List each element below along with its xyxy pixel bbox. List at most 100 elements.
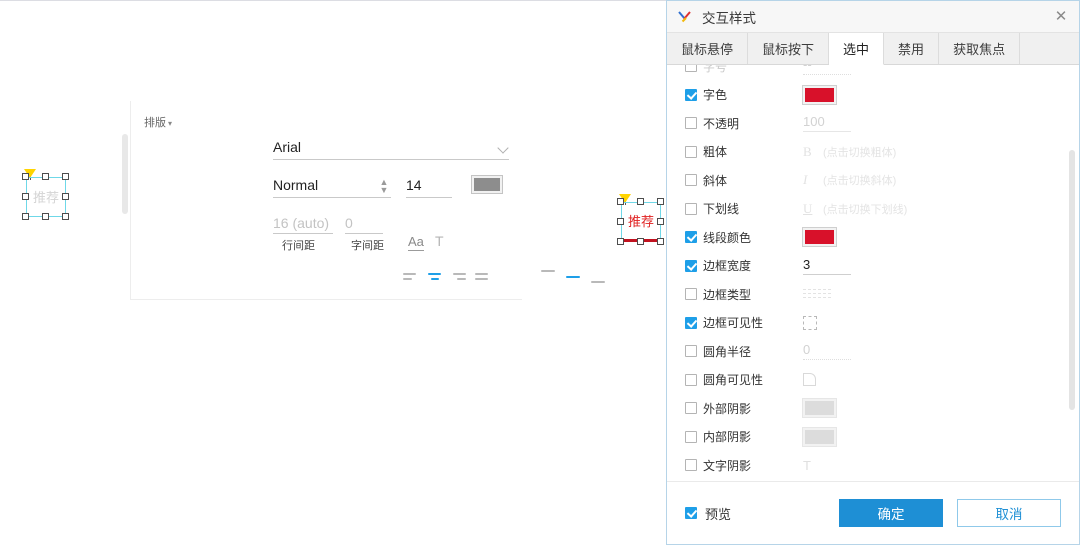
checkbox-corner-visibility[interactable] [685,373,697,386]
text-shadow-icon[interactable]: T [803,458,811,473]
value-corner-radius[interactable]: 0 [803,342,851,361]
property-row-border-style[interactable]: 边框类型 [667,280,1079,309]
tab-focused[interactable]: 获取焦点 [939,33,1021,64]
property-row-line-color[interactable]: 线段颜色 [667,223,1079,252]
resize-handle-se[interactable] [62,213,69,220]
value-font-size[interactable]: -- [803,65,851,76]
checkbox-border-width[interactable] [685,259,697,272]
align-middle-icon[interactable] [566,270,582,284]
dialog-titlebar[interactable]: 交互样式 ✕ [667,1,1079,33]
property-scroll-area[interactable]: 字号 -- 字色 不透明 [667,65,1079,481]
checkbox-outer-shadow[interactable] [685,402,697,415]
align-top-icon[interactable] [541,270,557,284]
ok-button[interactable]: 确定 [839,499,943,527]
underline-icon[interactable]: U [803,201,819,217]
resize-handle-se[interactable] [657,238,664,245]
resize-handle-sw[interactable] [22,213,29,220]
checkbox-opacity[interactable] [685,117,697,130]
property-row-outer-shadow[interactable]: 外部阴影 [667,394,1079,423]
checkbox-preview[interactable] [685,507,697,519]
property-row-corner-visibility[interactable]: 圆角可见性 [667,366,1079,395]
tab-selected[interactable]: 选中 [829,33,885,65]
align-bottom-icon[interactable] [591,270,607,284]
property-row-opacity[interactable]: 不透明 100 [667,109,1079,138]
font-family-select[interactable]: Arial [273,136,509,160]
resize-handle-s[interactable] [42,213,49,220]
checkbox-font-color[interactable] [685,88,697,101]
value-border-width[interactable]: 3 [803,257,851,275]
resize-handle-e[interactable] [657,218,664,225]
tab-pressed[interactable]: 鼠标按下 [748,33,830,64]
preview-toggle[interactable]: 预览 [685,504,731,523]
swatch-font-color[interactable] [802,84,837,105]
resize-handle-e[interactable] [62,193,69,200]
label-border-style: 边框类型 [703,287,752,302]
property-row-italic[interactable]: 斜体 I (点击切换斜体) [667,166,1079,195]
property-row-font-size[interactable]: 字号 -- [667,65,1079,81]
swatch-outer-shadow[interactable] [802,398,837,419]
interaction-style-dialog: 交互样式 ✕ 鼠标悬停 鼠标按下 选中 禁用 获取焦点 字号 -- [666,0,1080,545]
checkbox-text-shadow[interactable] [685,459,697,472]
align-justify-icon[interactable] [475,270,490,283]
property-row-font-color[interactable]: 字色 [667,81,1079,110]
resize-handle-n[interactable] [637,198,644,205]
canvas-widget-left[interactable]: 推荐 [18,169,74,225]
checkbox-border-visibility[interactable] [685,316,697,329]
resize-handle-ne[interactable] [657,198,664,205]
tab-hover[interactable]: 鼠标悬停 [667,33,749,64]
resize-handle-nw[interactable] [617,198,624,205]
line-height-input[interactable]: 16 (auto) [273,212,333,234]
align-left-icon[interactable] [403,270,418,283]
checkbox-font-size[interactable] [685,65,697,73]
property-row-border-width[interactable]: 边框宽度 3 [667,252,1079,281]
checkbox-bold[interactable] [685,145,697,158]
align-right-icon[interactable] [451,270,466,283]
checkbox-border-style[interactable] [685,288,697,301]
checkbox-underline[interactable] [685,202,697,215]
letter-spacing-input[interactable]: 0 [345,212,383,234]
canvas-widget-right[interactable]: 推荐 [613,194,669,250]
corner-visibility-icon[interactable] [803,373,816,387]
font-size-input[interactable]: 14 [406,174,452,198]
swatch-inner-shadow[interactable] [802,426,837,447]
resize-handle-ne[interactable] [62,173,69,180]
property-row-border-visibility[interactable]: 边框可见性 [667,309,1079,338]
checkbox-corner-radius[interactable] [685,345,697,358]
bold-icon[interactable]: B [803,144,819,160]
resize-handle-sw[interactable] [617,238,624,245]
resize-handle-w[interactable] [22,193,29,200]
spinner-icon[interactable]: ▲ ▼ [379,178,389,195]
cancel-button[interactable]: 取消 [957,499,1061,527]
property-row-inner-shadow[interactable]: 内部阴影 [667,423,1079,452]
resize-handle-nw[interactable] [22,173,29,180]
resize-handle-s[interactable] [637,238,644,245]
border-style-icon[interactable] [803,289,831,299]
checkbox-italic[interactable] [685,174,697,187]
dialog-footer: 预览 确定 取消 [667,481,1079,544]
resize-handle-n[interactable] [42,173,49,180]
resize-handle-w[interactable] [617,218,624,225]
typography-panel-scrollbar[interactable] [122,134,128,214]
label-font-size: 字号 [703,65,728,74]
font-color-swatch[interactable] [471,175,503,194]
property-row-bold[interactable]: 粗体 B (点击切换粗体) [667,138,1079,167]
checkbox-inner-shadow[interactable] [685,430,697,443]
property-row-corner-radius[interactable]: 圆角半径 0 [667,337,1079,366]
swatch-line-color[interactable] [802,227,837,248]
font-weight-select[interactable]: Normal ▲ ▼ [273,174,391,198]
chevron-down-icon: ▾ [168,119,173,128]
align-center-icon[interactable] [427,270,442,283]
value-opacity[interactable]: 100 [803,114,851,133]
text-style-icon[interactable]: T [435,233,444,249]
property-list-scrollbar[interactable] [1069,150,1075,410]
close-icon[interactable]: ✕ [1049,5,1073,29]
text-case-icon[interactable]: Aa [408,234,424,251]
property-row-text-shadow[interactable]: 文字阴影 T [667,451,1079,480]
checkbox-line-color[interactable] [685,231,697,244]
widget-text-left: 推荐 [32,189,59,205]
typography-panel-title[interactable]: 排版 ▾ [144,114,172,130]
tab-disabled[interactable]: 禁用 [884,33,940,64]
italic-icon[interactable]: I [803,172,819,188]
property-row-underline[interactable]: 下划线 U (点击切换下划线) [667,195,1079,224]
border-visibility-icon[interactable] [803,315,817,330]
